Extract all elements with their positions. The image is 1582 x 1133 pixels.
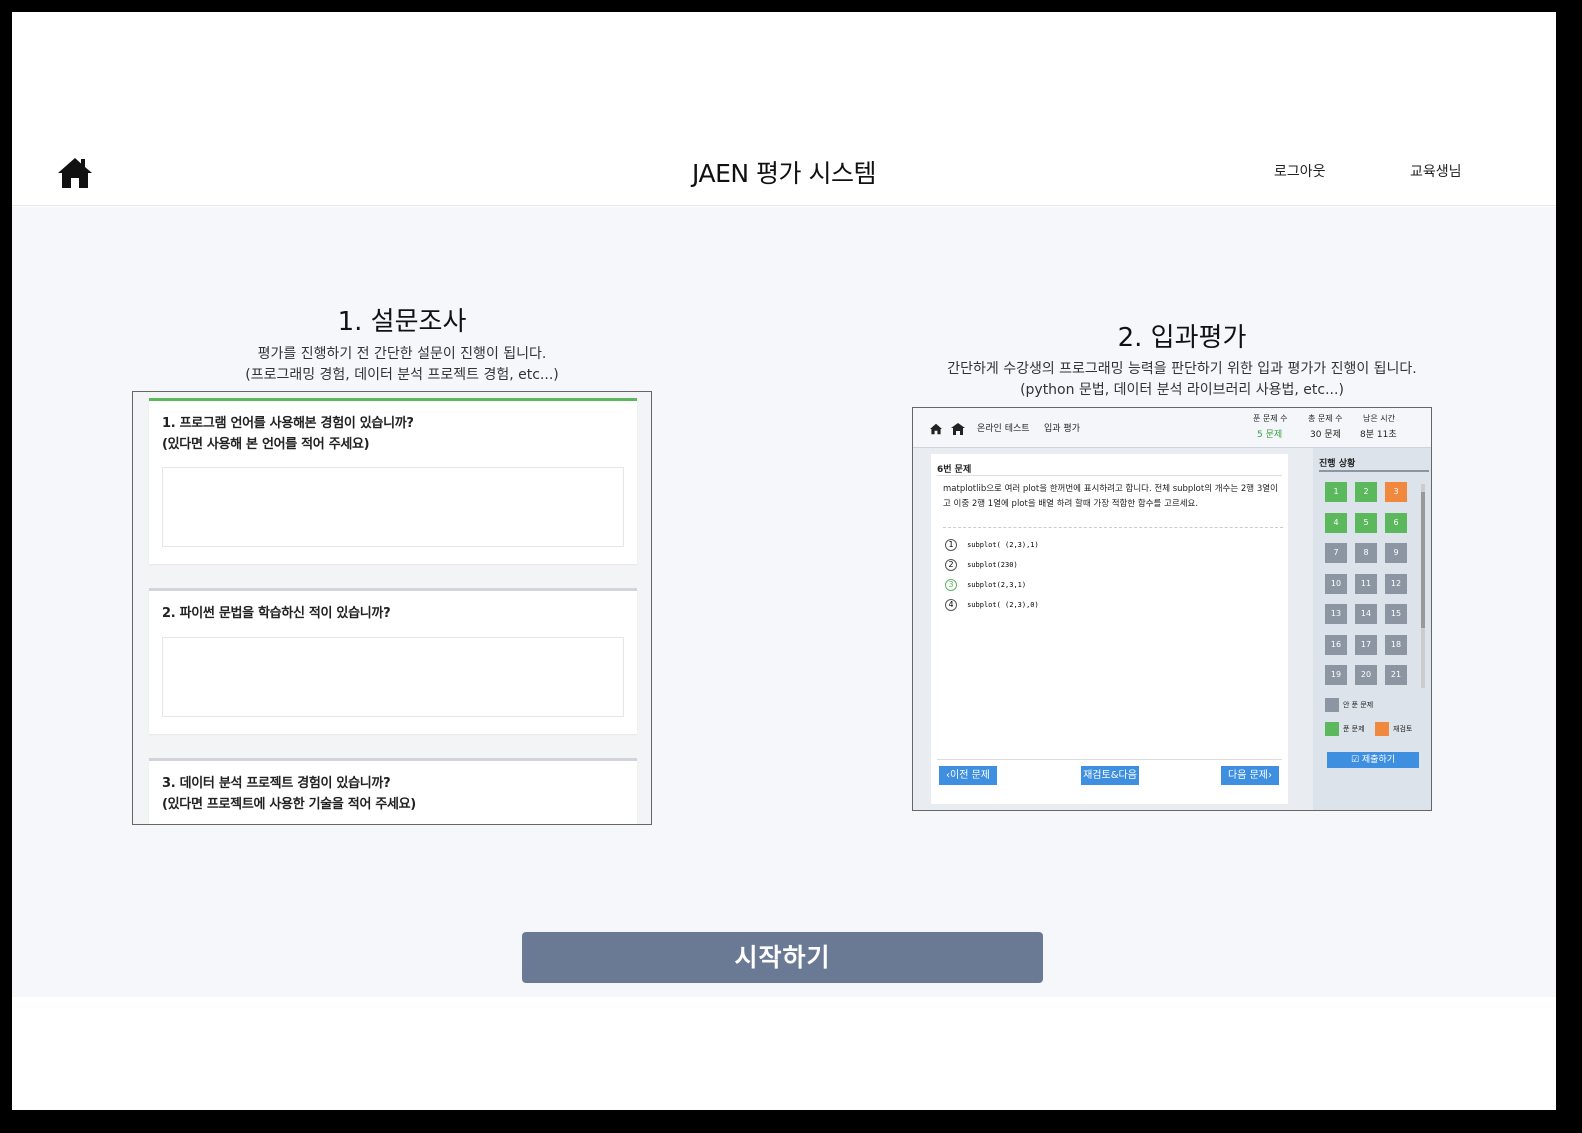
total-count-label: 총 문제 수 xyxy=(1308,414,1343,423)
placement-desc-line2: (python 문법, 데이터 분석 라이브러리 사용법, etc...) xyxy=(1020,382,1344,398)
preview-breadcrumb-b: 입과 평가 xyxy=(1044,424,1080,434)
question-number-button: 1 xyxy=(1325,482,1347,502)
question-body: matplotlib으로 여러 plot을 한꺼번에 표시하려고 합니다. 전체… xyxy=(943,484,1278,509)
placement-desc-line1: 간단하게 수강생의 프로그래밍 능력을 판단하기 위한 입과 평가가 진행이 됩… xyxy=(947,361,1417,377)
option-item: 3 subplot(2,3,1) xyxy=(945,572,1039,592)
question-number-button: 7 xyxy=(1325,543,1347,563)
legend-swatch-solved xyxy=(1325,722,1339,736)
option-item: 2 subplot(230) xyxy=(945,552,1039,572)
divider xyxy=(1319,470,1429,472)
home-icon xyxy=(929,420,943,439)
option-code: subplot( (2,3),1) xyxy=(967,541,1039,549)
preview-question-panel: 6번 문제 matplotlib으로 여러 plot을 한꺼번에 표시하려고 합… xyxy=(931,454,1288,804)
option-number: 1 xyxy=(945,539,957,551)
legend-swatch-review xyxy=(1375,722,1389,736)
question-text: 3. 데이터 분석 프로젝트 경험이 있습니까? (있다면 프로젝트에 사용한 … xyxy=(162,773,416,815)
legend-solved: 푼 문제 xyxy=(1343,725,1365,733)
divider xyxy=(937,475,1282,476)
school-icon xyxy=(951,420,965,439)
survey-desc-line1: 평가를 진행하기 전 간단한 설문이 진행이 됩니다. xyxy=(257,346,547,362)
prev-question-button: ‹이전 문제 xyxy=(939,766,997,785)
question-line: 2. 파이썬 문법을 학습하신 적이 있습니까? xyxy=(162,606,391,621)
main-content: 1. 설문조사 평가를 진행하기 전 간단한 설문이 진행이 됩니다. (프로그… xyxy=(12,207,1556,997)
review-next-button: 재검토&다음 xyxy=(1081,766,1139,785)
question-number-button: 18 xyxy=(1385,634,1407,655)
time-left-value: 8분 11초 xyxy=(1360,430,1397,440)
option-item: 1 subplot( (2,3),1) xyxy=(945,532,1039,552)
preview-progress-panel: 진행 상황 1 2 3 4 5 6 7 8 9 10 11 12 13 14 15 16 17 18 19 20 21 … xyxy=(1313,448,1431,810)
survey-question-card: 3. 데이터 분석 프로젝트 경험이 있습니까? (있다면 프로젝트에 사용한 … xyxy=(149,758,637,824)
survey-title: 1. 설문조사 xyxy=(337,307,467,337)
question-line: 1. 프로그램 언어를 사용해본 경험이 있습니까? xyxy=(162,416,414,431)
chevron-right-icon: › xyxy=(1267,770,1272,781)
total-count-value: 30 문제 xyxy=(1310,430,1341,440)
option-code: subplot(2,3,1) xyxy=(967,581,1027,589)
scrollbar-thumb xyxy=(1421,492,1425,628)
answer-field xyxy=(162,467,624,547)
option-number: 4 xyxy=(945,599,957,611)
legend-unsolved: 안 푼 문제 xyxy=(1343,701,1374,709)
answer-field xyxy=(162,637,624,717)
question-line: (있다면 프로젝트에 사용한 기술을 적어 주세요) xyxy=(162,797,416,812)
next-question-button: 다음 문제› xyxy=(1221,766,1279,785)
survey-description: 평가를 진행하기 전 간단한 설문이 진행이 됩니다. (프로그래밍 경험, 데… xyxy=(142,344,662,386)
question-number-button: 17 xyxy=(1355,634,1377,655)
question-text: 1. 프로그램 언어를 사용해본 경험이 있습니까? (있다면 사용해 본 언어… xyxy=(162,413,414,455)
survey-question-card: 1. 프로그램 언어를 사용해본 경험이 있습니까? (있다면 사용해 본 언어… xyxy=(149,398,637,564)
question-number-button: 15 xyxy=(1385,604,1407,624)
divider xyxy=(943,527,1283,528)
question-number-button: 14 xyxy=(1355,604,1377,624)
question-number-button: 11 xyxy=(1355,573,1377,594)
question-number-button: 10 xyxy=(1325,573,1347,594)
survey-desc-line2: (프로그래밍 경험, 데이터 분석 프로젝트 경험, etc...) xyxy=(245,367,559,383)
start-button[interactable]: 시작하기 xyxy=(522,932,1043,983)
placement-title: 2. 입과평가 xyxy=(1117,323,1247,353)
question-number-button: 5 xyxy=(1355,512,1377,533)
question-line: 3. 데이터 분석 프로젝트 경험이 있습니까? xyxy=(162,776,391,791)
solved-count-label: 푼 문제 수 xyxy=(1253,414,1288,423)
option-number: 2 xyxy=(945,559,957,571)
submit-button: ☑ 제출하기 xyxy=(1327,752,1419,768)
option-item: 4 subplot( (2,3),0) xyxy=(945,592,1039,612)
question-line: (있다면 사용해 본 언어를 적어 주세요) xyxy=(162,437,370,452)
question-number-button: 3 xyxy=(1385,482,1407,502)
placement-preview-image: 온라인 테스트 입과 평가 푼 문제 수 5 문제 총 문제 수 30 문제 남… xyxy=(912,407,1432,811)
question-number-button: 19 xyxy=(1325,665,1347,685)
question-number-button: 13 xyxy=(1325,604,1347,624)
logout-link[interactable]: 로그아웃 xyxy=(1274,161,1326,181)
legend-review: 재검토 xyxy=(1393,725,1413,733)
question-number-button: 2 xyxy=(1355,482,1377,502)
placement-description: 간단하게 수강생의 프로그래밍 능력을 판단하기 위한 입과 평가가 진행이 됩… xyxy=(922,359,1442,401)
legend-swatch-unsolved xyxy=(1325,698,1339,712)
top-header: JAEN 평가 시스템 로그아웃 교육생님 xyxy=(12,124,1556,206)
preview-breadcrumb-a: 온라인 테스트 xyxy=(977,424,1030,434)
question-number-button: 12 xyxy=(1385,573,1407,594)
user-name-link[interactable]: 교육생님 xyxy=(1410,161,1462,181)
question-number: 6번 문제 xyxy=(937,465,972,475)
question-number-button: 20 xyxy=(1355,665,1377,685)
question-number-button: 9 xyxy=(1385,543,1407,563)
survey-question-card: 2. 파이썬 문법을 학습하신 적이 있습니까? xyxy=(149,588,637,734)
option-list: 1 subplot( (2,3),1) 2 subplot(230) 3 sub… xyxy=(945,532,1039,612)
divider xyxy=(937,759,1282,760)
question-number-button: 4 xyxy=(1325,512,1347,533)
app-frame: JAEN 평가 시스템 로그아웃 교육생님 1. 설문조사 평가를 진행하기 전… xyxy=(12,12,1556,1110)
question-number-button: 8 xyxy=(1355,543,1377,563)
option-number: 3 xyxy=(945,579,957,591)
survey-preview-image: 1. 프로그램 언어를 사용해본 경험이 있습니까? (있다면 사용해 본 언어… xyxy=(132,391,652,825)
preview-top-bar: 온라인 테스트 입과 평가 푼 문제 수 5 문제 총 문제 수 30 문제 남… xyxy=(913,408,1431,448)
solved-count-value: 5 문제 xyxy=(1257,430,1283,440)
progress-label: 진행 상황 xyxy=(1319,459,1356,469)
question-text: 2. 파이썬 문법을 학습하신 적이 있습니까? xyxy=(162,603,391,624)
option-code: subplot(230) xyxy=(967,561,1018,569)
check-square-icon: ☑ xyxy=(1350,755,1362,765)
time-left-label: 남은 시간 xyxy=(1363,414,1395,423)
option-code: subplot( (2,3),0) xyxy=(967,601,1039,609)
question-number-button: 16 xyxy=(1325,634,1347,655)
question-number-button: 6 xyxy=(1385,512,1407,533)
question-number-button: 21 xyxy=(1385,665,1407,685)
